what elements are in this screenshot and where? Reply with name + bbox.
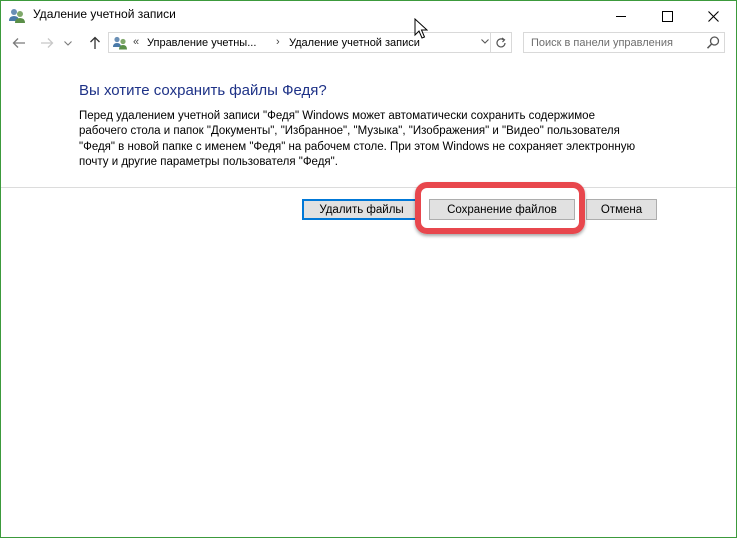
refresh-icon bbox=[496, 37, 506, 47]
breadcrumb-separator[interactable]: › bbox=[276, 36, 280, 48]
maximize-button[interactable] bbox=[644, 1, 690, 31]
description-line: почту и другие параметры пользователя "Ф… bbox=[79, 155, 338, 168]
navigation-bar: « Управление учетны... › Удаление учетно… bbox=[1, 31, 736, 55]
minimize-icon bbox=[616, 15, 626, 17]
address-bar[interactable]: « Управление учетны... › Удаление учетно… bbox=[108, 32, 512, 53]
recent-locations-button[interactable] bbox=[61, 33, 75, 53]
description-line: "Федя" в новой папке с именем "Федя" на … bbox=[79, 140, 636, 153]
divider bbox=[1, 187, 736, 188]
minimize-button[interactable] bbox=[598, 1, 644, 31]
refresh-button[interactable] bbox=[490, 33, 511, 52]
search-icon[interactable] bbox=[706, 35, 721, 50]
title-bar: Удаление учетной записи bbox=[1, 1, 736, 31]
description-line: Перед удалением учетной записи "Федя" Wi… bbox=[79, 110, 595, 122]
maximize-icon bbox=[661, 10, 673, 22]
keep-files-button[interactable]: Сохранение файлов bbox=[429, 199, 575, 220]
description-line: рабочего стола и папок "Документы", "Изб… bbox=[79, 125, 620, 138]
breadcrumb-item-accounts[interactable]: Управление учетны... bbox=[147, 37, 256, 49]
close-icon bbox=[707, 10, 719, 22]
search-box[interactable]: Поиск в панели управления bbox=[523, 32, 725, 53]
cancel-button[interactable]: Отмена bbox=[586, 199, 657, 220]
breadcrumb-overflow[interactable]: « bbox=[133, 36, 139, 48]
chevron-down-icon bbox=[481, 39, 489, 44]
user-accounts-icon bbox=[9, 9, 25, 23]
control-panel-icon bbox=[113, 36, 127, 50]
back-arrow-icon bbox=[12, 38, 25, 48]
back-button[interactable] bbox=[9, 33, 29, 53]
description-text: Перед удалением учетной записи "Федя" Wi… bbox=[79, 109, 679, 170]
up-button[interactable] bbox=[85, 33, 105, 53]
up-arrow-icon bbox=[90, 36, 100, 49]
forward-button[interactable] bbox=[37, 33, 57, 53]
chevron-down-icon bbox=[64, 40, 72, 46]
forward-arrow-icon bbox=[41, 38, 54, 48]
breadcrumb-item-current[interactable]: Удаление учетной записи bbox=[289, 37, 420, 49]
address-dropdown-button[interactable] bbox=[481, 36, 489, 46]
delete-files-button[interactable]: Удалить файлы bbox=[302, 199, 421, 220]
mouse-cursor-icon bbox=[414, 18, 428, 39]
search-input[interactable]: Поиск в панели управления bbox=[531, 37, 673, 49]
page-title: Вы хотите сохранить файлы Федя? bbox=[79, 82, 327, 99]
window-title: Удаление учетной записи bbox=[33, 7, 176, 21]
close-button[interactable] bbox=[690, 1, 736, 31]
window: Удаление учетной записи « Управление уче… bbox=[0, 0, 737, 538]
